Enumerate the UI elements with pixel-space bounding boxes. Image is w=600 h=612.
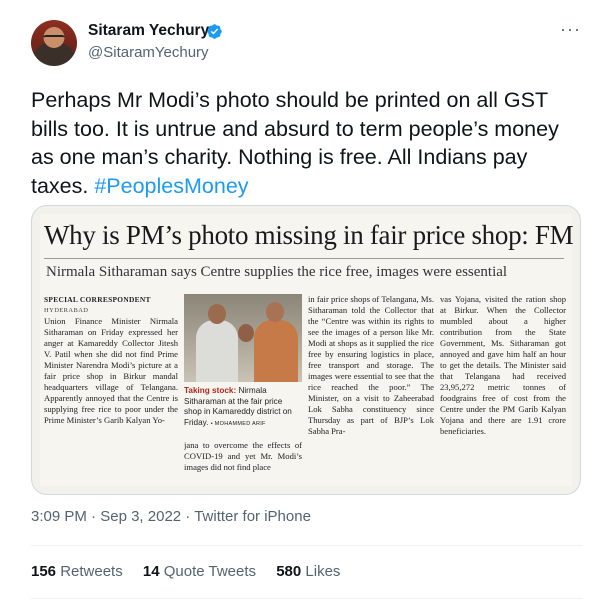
meta-separator: · <box>86 508 101 525</box>
clipping-headline: Why is PM’s photo missing in fair price … <box>44 220 574 250</box>
retweets-label: Retweets <box>56 563 123 580</box>
clipping-column-2: jana to overcome the effects of COVID-19… <box>184 440 302 472</box>
author-avatar[interactable] <box>31 20 77 66</box>
attached-image[interactable]: Why is PM’s photo missing in fair price … <box>31 205 581 495</box>
divider-top <box>31 545 583 546</box>
clipping-dateline: HYDERABAD <box>44 307 89 314</box>
retweets-stat[interactable]: 156 Retweets <box>31 563 123 580</box>
meta-separator-2: · <box>181 508 195 525</box>
clipping-subheadline: Nirmala Sitharaman says Centre supplies … <box>46 264 508 280</box>
quote-tweets-count: 14 <box>142 563 160 580</box>
hashtag-link[interactable]: #PeoplesMoney <box>94 174 248 198</box>
tweet-date[interactable]: Sep 3, 2022 <box>100 508 181 525</box>
clipping-rule <box>44 258 564 259</box>
verified-badge-icon <box>207 24 222 39</box>
clipping-column-1: SPECIAL CORRESPONDENT HYDERABAD Union Fi… <box>44 294 178 484</box>
divider-bottom <box>31 598 583 599</box>
tweet-card: Sitaram Yechury @SitaramYechury ··· Perh… <box>0 0 600 612</box>
clipping-byline: SPECIAL CORRESPONDENT <box>44 295 151 304</box>
likes-stat[interactable]: 580 Likes <box>276 563 340 580</box>
quote-tweets-label: Quote Tweets <box>159 563 257 580</box>
photo-credit: • MOHAMMED ARIF <box>210 420 266 427</box>
tweet-stats: 156 Retweets 14 Quote Tweets 580 Likes <box>31 563 356 580</box>
clipping-column-3: in fair price shops of Telangana, Ms. Si… <box>308 294 434 436</box>
tweet-meta: 3:09 PM · Sep 3, 2022 · Twitter for iPho… <box>31 508 311 525</box>
author-display-name[interactable]: Sitaram Yechury <box>88 22 209 40</box>
clipping-caption: Taking stock: Nirmala Sitharaman at the … <box>184 386 302 429</box>
retweets-count: 156 <box>31 563 57 580</box>
likes-count: 580 <box>276 563 302 580</box>
quote-tweets-stat[interactable]: 14 Quote Tweets <box>143 563 256 580</box>
clipping-photo <box>184 294 302 382</box>
avatar-glasses <box>43 35 65 41</box>
author-handle[interactable]: @SitaramYechury <box>88 44 209 61</box>
tweet-time[interactable]: 3:09 PM <box>31 508 87 525</box>
caption-label: Taking stock: <box>184 386 237 395</box>
tweet-source: Twitter for iPhone <box>194 508 311 525</box>
tweet-text: Perhaps Mr Modi’s photo should be printe… <box>31 86 576 200</box>
clipping-column-4: vas Yojana, visited the ration shop at B… <box>440 294 566 436</box>
more-horizontal-icon[interactable]: ··· <box>560 20 581 38</box>
newspaper-clipping: Why is PM’s photo missing in fair price … <box>40 214 574 486</box>
clipping-col1-text: Union Finance Minister Nirmala Sitharama… <box>44 316 178 425</box>
likes-label: Likes <box>301 563 341 580</box>
